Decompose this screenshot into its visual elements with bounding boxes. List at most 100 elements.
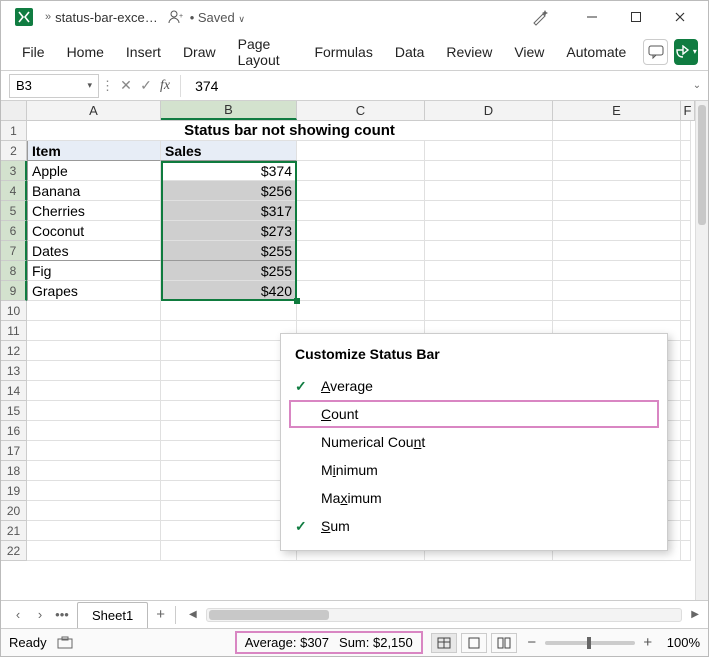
cell[interactable]: [681, 141, 691, 161]
row-header[interactable]: 5: [1, 201, 27, 221]
cell[interactable]: Sales: [161, 141, 297, 161]
vdots-icon[interactable]: ⋮: [99, 78, 116, 94]
cell[interactable]: $374: [161, 161, 297, 181]
cell[interactable]: [297, 281, 425, 301]
row-header[interactable]: 9: [1, 281, 27, 301]
sheet-list-button[interactable]: •••: [51, 604, 73, 626]
cell[interactable]: Banana: [27, 181, 161, 201]
menu-item[interactable]: Minimum: [281, 456, 667, 484]
cell[interactable]: [161, 321, 297, 341]
zoom-slider-thumb[interactable]: [587, 637, 591, 649]
cell[interactable]: [553, 301, 681, 321]
cell[interactable]: [27, 421, 161, 441]
cell[interactable]: [553, 221, 681, 241]
cell[interactable]: [161, 421, 297, 441]
close-button[interactable]: [658, 3, 702, 31]
page-break-view-button[interactable]: [491, 633, 517, 653]
cell[interactable]: $255: [161, 241, 297, 261]
formula-input[interactable]: [187, 74, 686, 98]
select-all-corner[interactable]: [1, 101, 27, 120]
cell[interactable]: [681, 241, 691, 261]
cell[interactable]: [681, 381, 691, 401]
cell[interactable]: [27, 321, 161, 341]
row-header[interactable]: 18: [1, 461, 27, 481]
sheet-tab-sheet1[interactable]: Sheet1: [77, 602, 148, 628]
cell[interactable]: [27, 341, 161, 361]
col-header-d[interactable]: D: [425, 101, 553, 120]
cell[interactable]: [681, 461, 691, 481]
cell[interactable]: Fig: [27, 261, 161, 281]
row-header[interactable]: 14: [1, 381, 27, 401]
cell[interactable]: [553, 121, 681, 141]
add-sheet-button[interactable]: +: [156, 606, 165, 623]
cell[interactable]: [681, 301, 691, 321]
menu-item[interactable]: Count: [289, 400, 659, 428]
cell[interactable]: [161, 461, 297, 481]
cell[interactable]: [681, 361, 691, 381]
cell[interactable]: [297, 161, 425, 181]
scroll-left-icon[interactable]: ◀: [186, 609, 200, 620]
cell[interactable]: Dates: [27, 241, 161, 261]
name-box[interactable]: B3▾: [9, 74, 99, 98]
row-header[interactable]: 10: [1, 301, 27, 321]
cell[interactable]: [161, 301, 297, 321]
menu-item[interactable]: ✓Average: [281, 372, 667, 400]
tab-data[interactable]: Data: [384, 38, 436, 66]
cell[interactable]: [161, 341, 297, 361]
cell[interactable]: Grapes: [27, 281, 161, 301]
enter-formula-icon[interactable]: ✓: [136, 77, 156, 94]
cell[interactable]: [297, 241, 425, 261]
row-header[interactable]: 7: [1, 241, 27, 261]
cell[interactable]: [681, 341, 691, 361]
page-layout-view-button[interactable]: [461, 633, 487, 653]
maximize-button[interactable]: [614, 3, 658, 31]
cell[interactable]: [161, 481, 297, 501]
cell[interactable]: [553, 261, 681, 281]
cell[interactable]: $317: [161, 201, 297, 221]
saved-status[interactable]: • Saved ∨: [190, 10, 245, 25]
cell[interactable]: [297, 261, 425, 281]
row-header[interactable]: 20: [1, 501, 27, 521]
cell[interactable]: [681, 401, 691, 421]
cell[interactable]: [161, 501, 297, 521]
tab-draw[interactable]: Draw: [172, 38, 227, 66]
tab-view[interactable]: View: [503, 38, 555, 66]
tab-home[interactable]: Home: [56, 38, 115, 66]
cell[interactable]: [681, 181, 691, 201]
row-header[interactable]: 17: [1, 441, 27, 461]
cell[interactable]: [425, 161, 553, 181]
cell[interactable]: [553, 281, 681, 301]
cell[interactable]: [681, 541, 691, 561]
cell[interactable]: [553, 241, 681, 261]
cell[interactable]: [553, 141, 681, 161]
cell[interactable]: $420: [161, 281, 297, 301]
cell[interactable]: [161, 441, 297, 461]
title-cell[interactable]: Status bar not showing count: [27, 121, 553, 141]
row-header[interactable]: 4: [1, 181, 27, 201]
cell[interactable]: [27, 461, 161, 481]
row-header[interactable]: 12: [1, 341, 27, 361]
cell[interactable]: [681, 441, 691, 461]
zoom-slider[interactable]: [545, 641, 635, 645]
cell[interactable]: [681, 161, 691, 181]
cell[interactable]: [553, 181, 681, 201]
zoom-out-button[interactable]: −: [525, 634, 539, 651]
tab-formulas[interactable]: Formulas: [303, 38, 383, 66]
zoom-percent[interactable]: 100%: [667, 635, 700, 650]
row-header[interactable]: 15: [1, 401, 27, 421]
tab-automate[interactable]: Automate: [555, 38, 637, 66]
scroll-right-icon[interactable]: ▶: [688, 609, 702, 620]
cell[interactable]: [297, 201, 425, 221]
tab-file[interactable]: File: [11, 38, 56, 66]
scrollbar-thumb[interactable]: [209, 610, 329, 620]
normal-view-button[interactable]: [431, 633, 457, 653]
cell[interactable]: Apple: [27, 161, 161, 181]
col-header-f[interactable]: F: [681, 101, 695, 120]
menu-item[interactable]: Numerical Count: [281, 428, 667, 456]
filename[interactable]: status-bar-exce…: [55, 10, 158, 25]
cell[interactable]: [425, 281, 553, 301]
cell[interactable]: [27, 361, 161, 381]
cell[interactable]: $273: [161, 221, 297, 241]
cell[interactable]: [161, 521, 297, 541]
cell[interactable]: [27, 501, 161, 521]
